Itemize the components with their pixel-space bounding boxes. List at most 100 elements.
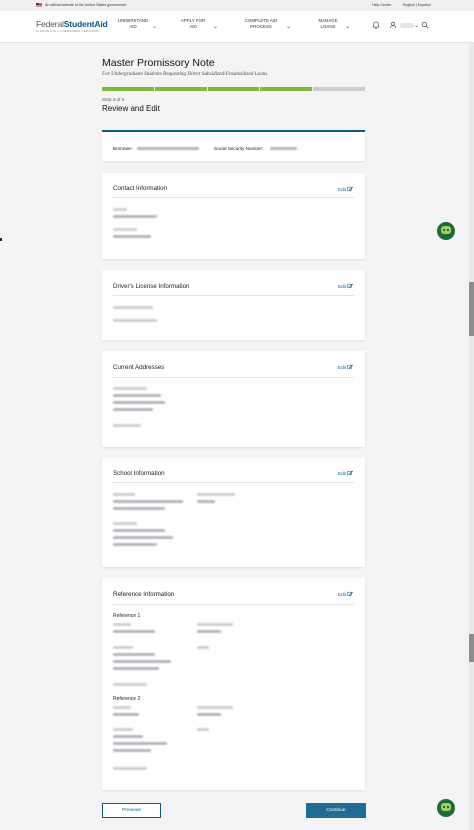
card-divider — [113, 197, 354, 198]
nav-understand-aid[interactable]: UNDERSTAND AID — [114, 18, 152, 30]
pencil-icon — [347, 283, 353, 289]
card-title: Reference Information — [113, 591, 175, 598]
search-icon[interactable] — [421, 21, 429, 29]
reference-info-card: Reference Information Edit Reference 1 R… — [102, 578, 365, 790]
edit-references-button[interactable]: Edit — [338, 591, 353, 597]
progress-segment — [154, 87, 207, 91]
account-name-redacted[interactable] — [400, 23, 414, 28]
logo-secondary-text: StudentAid — [63, 19, 108, 29]
nav-complete-aid-process[interactable]: COMPLETE AID PROCESS — [238, 18, 284, 30]
field-value-redacted — [113, 653, 155, 656]
field-value-redacted — [113, 235, 151, 238]
scrollbar-thumb[interactable] — [469, 634, 474, 662]
field-label-redacted — [113, 728, 133, 731]
field-value-redacted — [113, 683, 147, 686]
reference-1-heading: Reference 1 — [113, 613, 141, 619]
borrower-name-redacted — [137, 147, 199, 150]
field-value-redacted — [113, 543, 157, 546]
field-value-redacted — [113, 667, 159, 670]
pencil-icon — [347, 364, 353, 370]
section-heading: Review and Edit — [102, 104, 160, 113]
edit-license-button[interactable]: Edit — [338, 283, 353, 289]
field-value-redacted — [113, 500, 183, 503]
pencil-icon — [347, 591, 353, 597]
card-title: Contact Information — [113, 185, 167, 192]
scrollbar-thumb[interactable] — [469, 282, 474, 336]
field-value-redacted — [197, 500, 215, 503]
field-value-redacted — [113, 735, 143, 738]
school-info-card: School Information Edit — [102, 458, 365, 567]
edit-label: Edit — [338, 186, 346, 192]
ssn-redacted — [270, 147, 297, 150]
edit-label: Edit — [338, 591, 346, 597]
chevron-down-icon: ⌄ — [414, 23, 420, 29]
scrollbar-track[interactable] — [469, 43, 474, 830]
continue-button[interactable]: Continue — [306, 803, 366, 818]
bell-icon[interactable] — [372, 21, 380, 29]
field-value-redacted — [113, 749, 151, 752]
field-label-redacted — [113, 228, 137, 231]
help-center-link[interactable]: Help Center — [372, 3, 391, 7]
edge-marker — [0, 238, 2, 241]
reference-2-heading: Reference 2 — [113, 696, 141, 702]
field-label-redacted — [113, 623, 131, 626]
field-value-redacted — [113, 767, 147, 770]
chatbot-icon[interactable] — [437, 222, 455, 240]
site-header: FederalStudentAid An OFFICE of the U.S. … — [0, 11, 474, 43]
field-value-redacted — [113, 660, 171, 663]
field-value-redacted — [113, 215, 157, 218]
field-label-redacted — [197, 706, 233, 709]
field-label-redacted — [113, 706, 131, 709]
chevron-down-icon: ⌄ — [286, 24, 292, 30]
page-title: Master Promissory Note — [102, 57, 215, 69]
contact-info-card: Contact Information Edit — [102, 173, 365, 259]
card-divider — [113, 295, 354, 296]
field-value-redacted — [113, 536, 173, 539]
field-label-redacted — [197, 623, 233, 626]
field-label-redacted — [113, 493, 135, 496]
fsa-logo[interactable]: FederalStudentAid An OFFICE of the U.S. … — [36, 19, 108, 33]
nav-manage-loans[interactable]: MANAGE LOANS — [311, 18, 345, 30]
card-divider — [113, 377, 354, 378]
field-label-redacted — [197, 728, 209, 731]
page-subtitle: For Undergraduate Students Requesting Di… — [102, 71, 268, 77]
chatbot-icon[interactable] — [437, 799, 455, 817]
progress-segment — [102, 87, 154, 91]
field-value-redacted — [113, 424, 141, 427]
card-title: School Information — [113, 470, 165, 477]
step-progress-bar — [102, 87, 365, 91]
field-value-redacted — [113, 742, 167, 745]
language-switch[interactable]: English | Español — [403, 3, 431, 7]
edit-label: Edit — [338, 470, 346, 476]
official-website-text: An official website of the United States… — [45, 3, 127, 7]
edit-addresses-button[interactable]: Edit — [338, 364, 353, 370]
chevron-down-icon: ⌄ — [345, 24, 351, 30]
chatbot-face — [441, 226, 451, 234]
step-label: Step 4 of 5 — [102, 97, 125, 102]
field-value-redacted — [113, 401, 165, 404]
progress-segment — [313, 87, 365, 91]
current-addresses-card: Current Addresses Edit — [102, 351, 365, 447]
progress-segment — [207, 87, 260, 91]
user-icon[interactable] — [389, 21, 397, 29]
edit-contact-button[interactable]: Edit — [338, 186, 353, 192]
edit-label: Edit — [338, 283, 346, 289]
field-label-redacted — [113, 387, 147, 390]
nav-apply-for-aid[interactable]: APPLY FOR AID — [176, 18, 210, 30]
previous-button[interactable]: Previous — [102, 803, 161, 818]
progress-segment — [260, 87, 313, 91]
ssn-label: Social Security Number: — [214, 146, 264, 151]
field-value-redacted — [197, 630, 221, 633]
card-title: Current Addresses — [113, 364, 165, 371]
edit-school-button[interactable]: Edit — [338, 470, 353, 476]
gov-banner: An official website of the United States… — [0, 0, 474, 11]
card-divider — [113, 604, 354, 605]
pencil-icon — [347, 470, 353, 476]
card-title: Driver's License Information — [113, 283, 190, 290]
chatbot-face — [441, 803, 451, 811]
field-value-redacted — [197, 713, 221, 716]
pencil-icon — [347, 186, 353, 192]
drivers-license-card: Driver's License Information Edit — [102, 270, 365, 340]
field-value-redacted — [113, 529, 165, 532]
field-label-redacted — [113, 522, 137, 525]
